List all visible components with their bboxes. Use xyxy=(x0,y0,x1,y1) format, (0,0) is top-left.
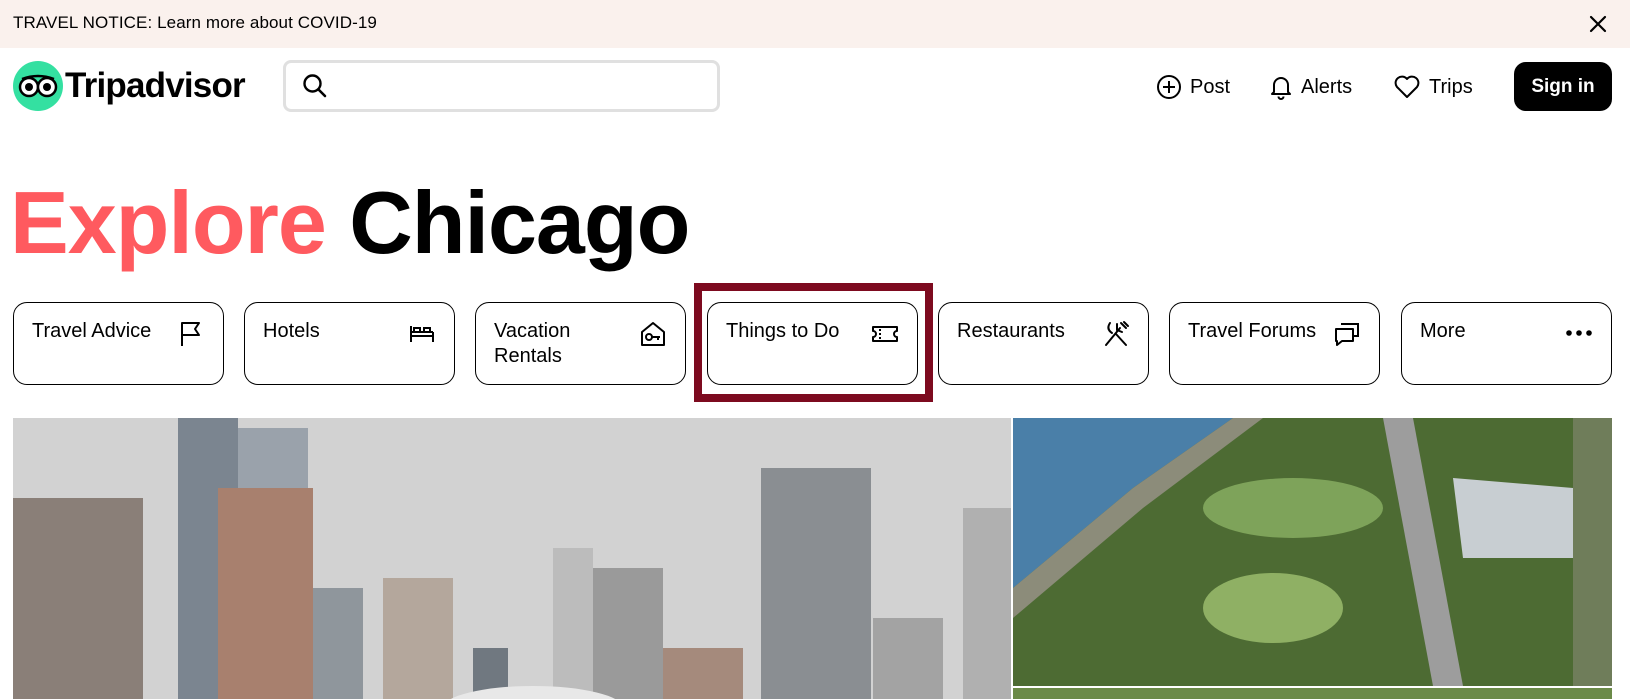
fork-knife-icon xyxy=(1102,320,1130,348)
plus-circle-icon xyxy=(1157,75,1181,99)
sign-in-button[interactable]: Sign in xyxy=(1514,62,1612,111)
millennium-park-aerial-photo[interactable] xyxy=(1013,418,1612,686)
category-vacation-rentals[interactable]: Vacation Rentals xyxy=(475,302,686,385)
logo-text: Tripadvisor xyxy=(65,66,246,105)
chat-icon xyxy=(1333,320,1361,348)
category-restaurants[interactable]: Restaurants xyxy=(938,302,1149,385)
trips-label: Trips xyxy=(1429,75,1473,98)
post-link[interactable]: Post xyxy=(1156,71,1230,103)
category-label: Restaurants xyxy=(957,320,1065,342)
search-icon xyxy=(302,73,328,99)
bell-icon xyxy=(1271,77,1291,100)
search-box[interactable] xyxy=(283,60,720,112)
category-label: Vacation Rentals xyxy=(494,320,571,367)
title-city: Chicago xyxy=(349,173,690,272)
alerts-label: Alerts xyxy=(1301,75,1353,98)
category-travel-forums[interactable]: Travel Forums xyxy=(1169,302,1380,385)
house-key-icon xyxy=(639,320,667,348)
owl-logo-icon xyxy=(13,61,63,111)
category-label: Travel Forums xyxy=(1188,320,1317,342)
category-label: More xyxy=(1420,320,1466,342)
close-icon[interactable] xyxy=(1586,12,1610,36)
bed-icon xyxy=(408,320,436,348)
flag-icon xyxy=(177,320,205,348)
page-title: Explore Chicago xyxy=(10,168,690,278)
post-label: Post xyxy=(1190,75,1231,98)
trips-link[interactable]: Trips xyxy=(1393,71,1473,103)
category-more[interactable]: More xyxy=(1401,302,1612,385)
title-explore: Explore xyxy=(10,173,327,272)
travel-notice-bar: TRAVEL NOTICE: Learn more about COVID-19 xyxy=(0,0,1630,48)
category-hotels[interactable]: Hotels xyxy=(244,302,455,385)
park-photo-secondary[interactable] xyxy=(1013,688,1612,699)
alerts-link[interactable]: Alerts xyxy=(1269,71,1352,103)
travel-notice-link[interactable]: TRAVEL NOTICE: Learn more about COVID-19 xyxy=(13,13,377,33)
ticket-icon xyxy=(871,320,899,348)
category-things-to-do[interactable]: Things to Do xyxy=(707,302,918,385)
heart-icon xyxy=(1394,75,1420,98)
category-label: Things to Do xyxy=(726,320,840,342)
chicago-skyline-photo[interactable] xyxy=(13,418,1011,699)
search-input[interactable] xyxy=(338,69,708,103)
category-label: Travel Advice xyxy=(32,320,152,342)
category-travel-advice[interactable]: Travel Advice xyxy=(13,302,224,385)
more-dots-icon xyxy=(1565,320,1593,348)
tripadvisor-logo[interactable]: Tripadvisor xyxy=(13,61,246,111)
category-label: Hotels xyxy=(263,320,320,342)
